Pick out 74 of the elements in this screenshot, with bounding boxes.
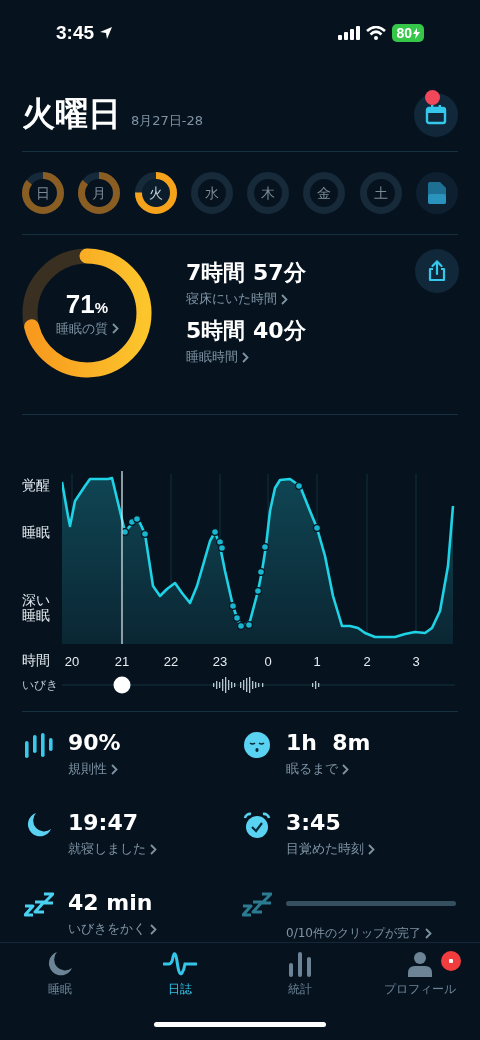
x-axis-tick-label: 3 <box>412 654 420 669</box>
chevron-icon <box>150 843 157 855</box>
alarm-clock-icon <box>243 812 271 840</box>
x-axis-tick-label: 23 <box>212 654 228 669</box>
timeline-handle[interactable] <box>113 676 131 694</box>
duration-value: 7時間 57分 <box>186 259 306 287</box>
moon-icon <box>26 812 52 838</box>
zzz-icon <box>24 892 54 920</box>
duration-link[interactable]: 寝床にいた時間 <box>186 290 288 308</box>
person-icon <box>408 951 432 977</box>
x-axis-tick-label: 2 <box>363 654 371 669</box>
chevron-icon <box>281 293 288 305</box>
date-range: 8月27日-28 <box>131 112 204 130</box>
x-axis-tick-label: 0 <box>264 654 272 669</box>
battery-indicator: 80 <box>392 24 424 42</box>
y-axis-label: 深い睡眠 <box>22 590 50 625</box>
chevron-icon <box>111 763 118 775</box>
stat-link[interactable]: 目覚めた時刻 <box>286 840 375 858</box>
wave-icon <box>163 951 197 977</box>
chevron-icon <box>342 763 349 775</box>
sleepy-face-icon <box>244 732 270 758</box>
stat-value: 3:45 <box>286 809 341 837</box>
stat-value: 42 min <box>68 889 153 917</box>
chevron-icon <box>111 323 119 334</box>
report-button[interactable] <box>415 172 458 214</box>
zzz-icon <box>242 892 272 920</box>
x-axis-tick-label: 21 <box>114 654 130 669</box>
chevron-icon <box>150 923 157 935</box>
tab[interactable]: 統計 <box>245 951 355 998</box>
share-button[interactable] <box>415 249 459 293</box>
snore-label: いびき <box>21 676 59 694</box>
y-axis-label: 覚醒 <box>21 476 51 495</box>
day-ring-button[interactable]: 日 <box>22 172 64 214</box>
x-axis-tick-label: 22 <box>163 654 179 669</box>
stat-link[interactable]: 規則性 <box>68 760 118 778</box>
day-ring-button[interactable]: 金 <box>303 172 346 214</box>
share-icon <box>427 260 447 282</box>
duration-link[interactable]: 睡眠時間 <box>186 348 249 366</box>
moon-icon <box>47 951 73 977</box>
sleep-quality-link[interactable]: 睡眠の質 <box>55 319 119 338</box>
location-arrow-icon <box>99 26 114 40</box>
day-title: 火曜日 <box>22 93 121 135</box>
tab[interactable]: プロフィール <box>365 951 475 998</box>
signal-icon <box>338 26 361 40</box>
calendar-icon <box>425 103 447 126</box>
chevron-icon <box>368 843 375 855</box>
stat-link[interactable]: 眠るまで <box>286 760 349 778</box>
stat-link[interactable]: 0/10件のクリップが完了 <box>286 925 432 942</box>
y-axis-label: 睡眠 <box>21 523 51 542</box>
x-axis-tick-label: 20 <box>64 654 80 669</box>
day-ring-button[interactable]: 火 <box>134 172 177 214</box>
sleep-quality-value: 71% <box>65 288 109 320</box>
duration-value: 5時間 40分 <box>186 317 306 345</box>
x-axis-title: 時間 <box>21 651 51 670</box>
stat-link[interactable]: 就寝しました <box>68 840 157 858</box>
chevron-icon <box>242 351 249 363</box>
chevron-icon <box>424 928 432 939</box>
x-axis-tick-label: 1 <box>313 654 321 669</box>
tab[interactable]: 日誌 <box>125 951 235 998</box>
day-ring-button[interactable]: 木 <box>247 172 290 214</box>
stat-value: 19:47 <box>68 809 139 837</box>
bars-icon <box>24 732 54 760</box>
bar-chart-icon <box>288 951 312 977</box>
calendar-button[interactable] <box>414 92 458 137</box>
document-icon <box>427 182 446 204</box>
stat-link[interactable]: いびきをかく <box>68 920 157 938</box>
status-time: 3:45 <box>56 22 95 44</box>
tab[interactable]: 睡眠 <box>5 951 115 998</box>
stat-value: 1h 8m <box>286 729 371 757</box>
wifi-icon <box>366 26 387 40</box>
day-ring-button[interactable]: 土 <box>359 172 402 214</box>
stat-value: 90% <box>68 729 121 757</box>
day-ring-button[interactable]: 月 <box>78 172 121 214</box>
day-ring-button[interactable]: 水 <box>190 172 233 214</box>
